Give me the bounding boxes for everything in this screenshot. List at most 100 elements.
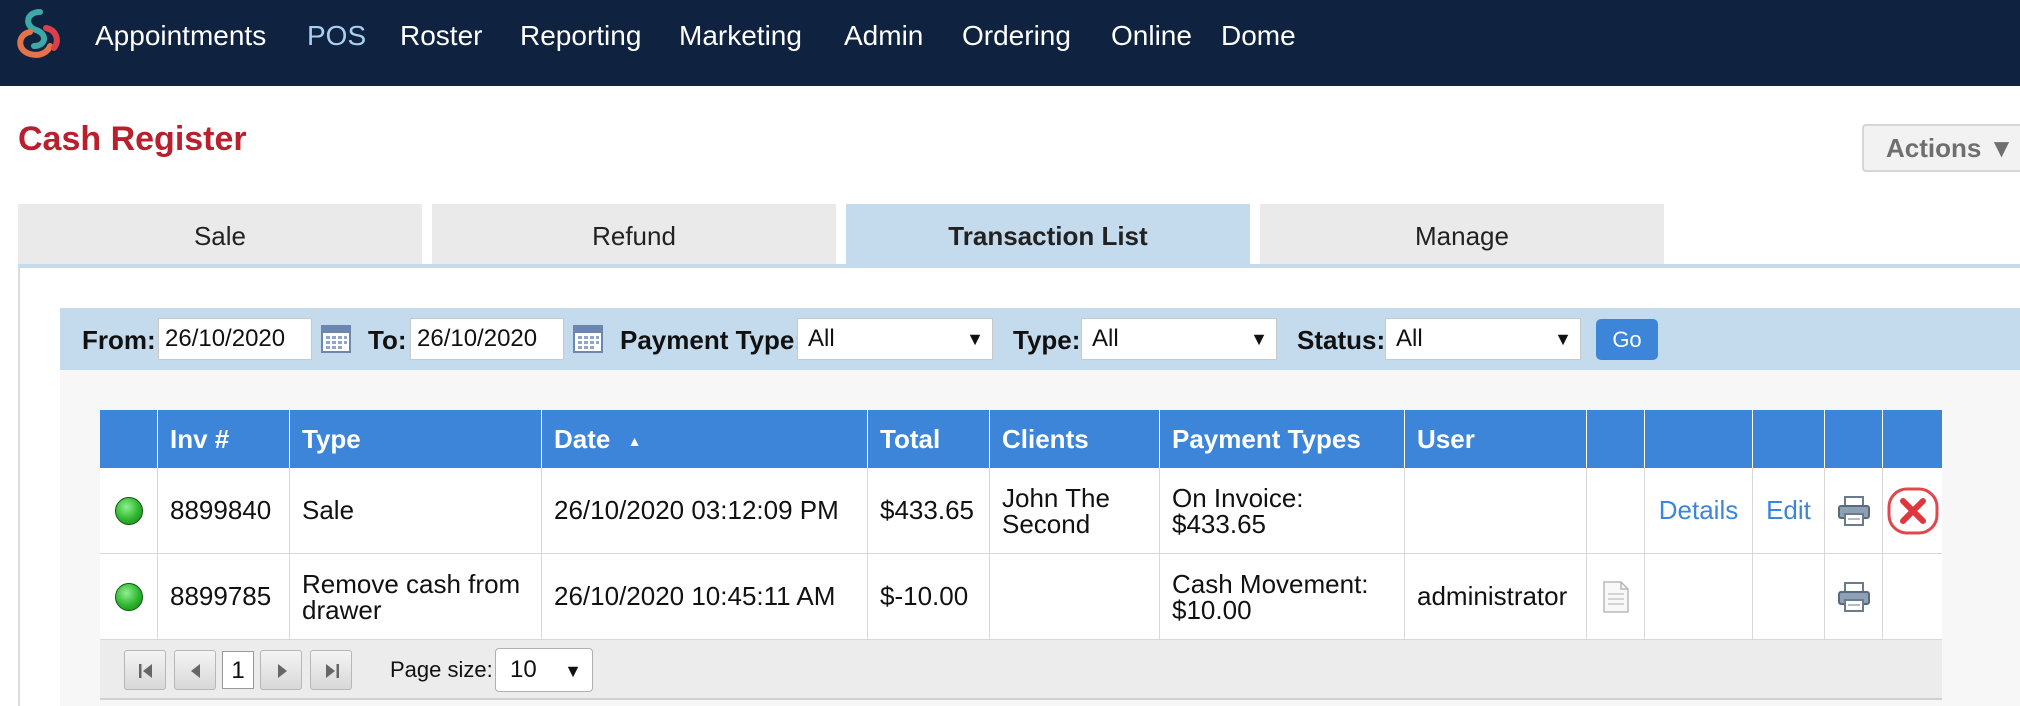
column-header-delete bbox=[1883, 410, 1942, 468]
from-date-input[interactable] bbox=[158, 318, 312, 360]
note-document-icon[interactable] bbox=[1602, 580, 1630, 614]
app-logo-icon[interactable] bbox=[10, 6, 66, 68]
status-value: All bbox=[1396, 325, 1423, 352]
previous-page-icon bbox=[191, 664, 200, 678]
payment-type-select[interactable]: All ▼ bbox=[797, 318, 993, 360]
date-cell: 26/10/2020 03:12:09 PM bbox=[542, 468, 868, 553]
page-size-value: 10 bbox=[510, 656, 537, 683]
chevron-down-icon: ▼ bbox=[564, 661, 582, 681]
type-label: Type: bbox=[1013, 325, 1081, 355]
total-cell: $433.65 bbox=[868, 468, 990, 553]
chevron-down-icon: ▼ bbox=[1554, 329, 1572, 349]
nav-item-dome[interactable]: Dome bbox=[1221, 0, 1296, 72]
from-label: From: bbox=[82, 325, 156, 355]
calendar-icon[interactable] bbox=[572, 322, 604, 354]
next-page-button[interactable] bbox=[260, 650, 302, 690]
nav-item-online[interactable]: Online bbox=[1111, 0, 1192, 72]
status-green-icon bbox=[114, 496, 143, 525]
total-cell: $-10.00 bbox=[868, 554, 990, 639]
table-row[interactable]: 8899840 Sale 26/10/2020 03:12:09 PM $433… bbox=[100, 468, 1942, 554]
last-page-icon bbox=[326, 664, 339, 678]
nav-item-admin[interactable]: Admin bbox=[844, 0, 923, 72]
table-header: Inv # Type Date ▲ Total Clients Payment … bbox=[100, 410, 1942, 468]
status-select[interactable]: All ▼ bbox=[1385, 318, 1581, 360]
user-cell: administrator bbox=[1405, 554, 1587, 639]
details-cell bbox=[1645, 554, 1753, 639]
column-header-user[interactable]: User bbox=[1405, 410, 1587, 468]
page-size-label: Page size: bbox=[390, 657, 493, 682]
column-header-payment-types[interactable]: Payment Types bbox=[1160, 410, 1405, 468]
column-header-date[interactable]: Date ▲ bbox=[542, 410, 868, 468]
payment-types-cell: Cash Movement: $10.00 bbox=[1160, 554, 1405, 639]
page-title: Cash Register bbox=[18, 120, 247, 158]
payment-types-cell: On Invoice: $433.65 bbox=[1160, 468, 1405, 553]
inv-cell: 8899785 bbox=[158, 554, 290, 639]
notes-cell bbox=[1587, 554, 1645, 639]
edit-link[interactable]: Edit bbox=[1766, 495, 1811, 526]
tab-transaction-list[interactable]: Transaction List bbox=[846, 204, 1250, 266]
type-value: All bbox=[1092, 325, 1119, 352]
first-page-icon bbox=[139, 664, 152, 678]
column-header-type[interactable]: Type bbox=[290, 410, 542, 468]
go-button[interactable]: Go bbox=[1596, 319, 1658, 360]
payment-type-label: Payment Type: bbox=[620, 325, 804, 355]
previous-page-button[interactable] bbox=[174, 650, 216, 690]
nav-item-pos[interactable]: POS bbox=[307, 0, 366, 72]
nav-item-marketing[interactable]: Marketing bbox=[679, 0, 802, 72]
current-page-number[interactable]: 1 bbox=[222, 651, 254, 689]
actions-dropdown-button[interactable]: Actions ▼ bbox=[1862, 124, 2020, 172]
to-date-input[interactable] bbox=[410, 318, 564, 360]
column-header-date-label: Date bbox=[554, 424, 611, 454]
status-green-icon bbox=[114, 582, 143, 611]
nav-item-reporting[interactable]: Reporting bbox=[520, 0, 641, 72]
column-header-edit bbox=[1753, 410, 1825, 468]
printer-icon[interactable] bbox=[1837, 581, 1871, 613]
chevron-down-icon: ▼ bbox=[1250, 329, 1268, 349]
delete-x-icon[interactable] bbox=[1887, 487, 1939, 535]
column-header-total[interactable]: Total bbox=[868, 410, 990, 468]
delete-cell bbox=[1883, 554, 1942, 639]
delete-cell bbox=[1883, 468, 1942, 553]
details-link[interactable]: Details bbox=[1659, 495, 1738, 526]
tab-manage[interactable]: Manage bbox=[1260, 204, 1664, 266]
next-page-icon bbox=[278, 664, 287, 678]
top-navigation-bar: Appointments POS Roster Reporting Market… bbox=[0, 0, 2020, 86]
type-cell: Remove cash from drawer bbox=[290, 554, 542, 639]
inv-cell: 8899840 bbox=[158, 468, 290, 553]
printer-icon[interactable] bbox=[1837, 495, 1871, 527]
last-page-button[interactable] bbox=[310, 650, 352, 690]
nav-item-roster[interactable]: Roster bbox=[400, 0, 482, 72]
notes-cell bbox=[1587, 468, 1645, 553]
details-cell: Details bbox=[1645, 468, 1753, 553]
first-page-button[interactable] bbox=[124, 650, 166, 690]
type-cell: Sale bbox=[290, 468, 542, 553]
column-header-print bbox=[1825, 410, 1883, 468]
clients-cell: John The Second bbox=[990, 468, 1160, 553]
tab-refund[interactable]: Refund bbox=[432, 204, 836, 266]
page-size-select[interactable]: 10 ▼ bbox=[495, 648, 593, 692]
status-label: Status: bbox=[1297, 325, 1386, 355]
status-cell bbox=[100, 554, 158, 639]
status-cell bbox=[100, 468, 158, 553]
column-header-inv[interactable]: Inv # bbox=[158, 410, 290, 468]
calendar-icon[interactable] bbox=[320, 322, 352, 354]
user-cell bbox=[1405, 468, 1587, 553]
column-header-details bbox=[1645, 410, 1753, 468]
edit-cell: Edit bbox=[1753, 468, 1825, 553]
sort-ascending-icon: ▲ bbox=[627, 433, 642, 449]
type-select[interactable]: All ▼ bbox=[1081, 318, 1277, 360]
column-header-clients[interactable]: Clients bbox=[990, 410, 1160, 468]
nav-item-appointments[interactable]: Appointments bbox=[95, 0, 266, 72]
nav-item-ordering[interactable]: Ordering bbox=[962, 0, 1071, 72]
to-label: To: bbox=[368, 325, 407, 355]
print-cell bbox=[1825, 468, 1883, 553]
table-row[interactable]: 8899785 Remove cash from drawer 26/10/20… bbox=[100, 554, 1942, 640]
tab-sale[interactable]: Sale bbox=[18, 204, 422, 266]
pager-bar bbox=[100, 640, 1942, 700]
payment-type-value: All bbox=[808, 325, 835, 352]
date-cell: 26/10/2020 10:45:11 AM bbox=[542, 554, 868, 639]
edit-cell bbox=[1753, 554, 1825, 639]
column-header-status bbox=[100, 410, 158, 468]
column-header-notes bbox=[1587, 410, 1645, 468]
chevron-down-icon: ▼ bbox=[966, 329, 984, 349]
